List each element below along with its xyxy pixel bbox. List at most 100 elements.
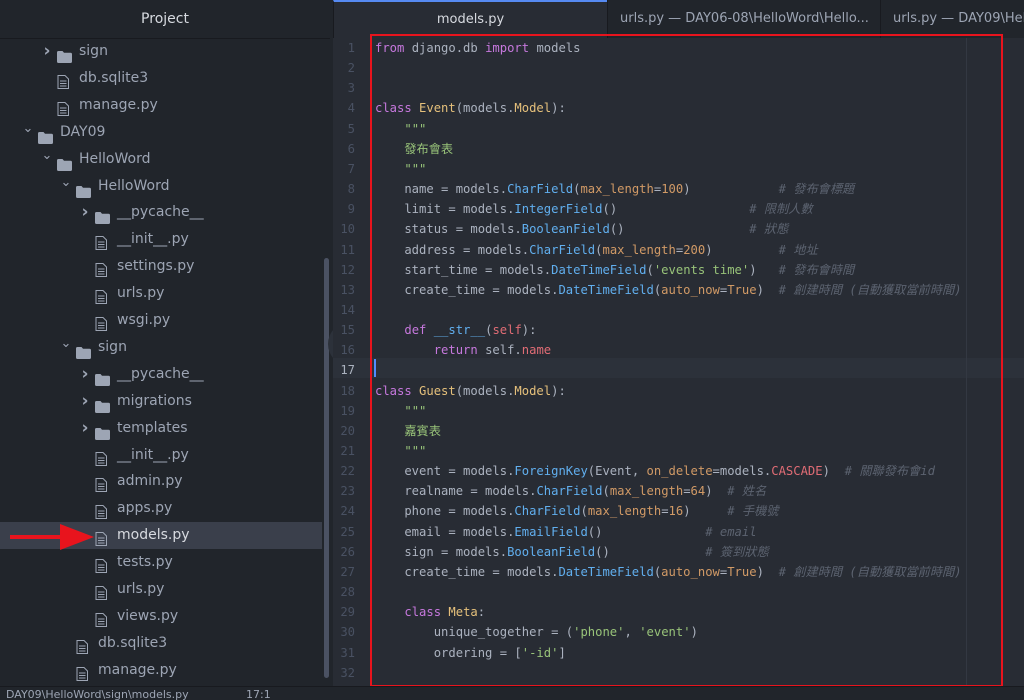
tab-urls-day09[interactable]: urls.py — DAY09\HelloWord\He — [880, 0, 1024, 38]
code-line: 8 name = models.CharField(max_length=100… — [333, 179, 1024, 199]
code-text: class Guest(models.Model): — [375, 383, 566, 398]
chevron-right-icon[interactable]: › — [79, 388, 91, 415]
tree-file[interactable]: apps.py — [0, 495, 322, 522]
code-text: name = models.CharField(max_length=100) … — [375, 182, 855, 197]
chevron-down-icon[interactable]: ⌄ — [60, 169, 72, 196]
code-line: 15 def __str__(self): — [333, 320, 1024, 340]
code-line: 4 class Event(models.Model): — [333, 98, 1024, 118]
tree-file[interactable]: __init__.py — [0, 226, 322, 253]
code-line: 23 realname = models.CharField(max_lengt… — [333, 481, 1024, 501]
code-line: 29 class Meta: — [333, 602, 1024, 622]
chevron-down-icon[interactable]: ⌄ — [60, 330, 72, 357]
tree-folder[interactable]: › __pycache__ — [0, 199, 322, 226]
tree-file[interactable]: urls.py — [0, 576, 322, 603]
tree-folder[interactable]: ⌄ sign — [0, 334, 322, 361]
tree-file[interactable]: __init__.py — [0, 442, 322, 469]
tree-file[interactable]: manage.py — [0, 92, 322, 119]
tree-file[interactable]: db.sqlite3 — [0, 65, 322, 92]
code-text: 嘉賓表 — [404, 423, 441, 438]
line-number: 4 — [347, 101, 355, 116]
tab-urls-day06[interactable]: urls.py — DAY06-08\HelloWord\Hello... — [607, 0, 882, 38]
tree-file[interactable]: admin.py — [0, 468, 322, 495]
folder-icon — [76, 342, 91, 359]
line-number: 18 — [340, 383, 355, 398]
code-text: status = models.BooleanField() # 狀態 — [375, 222, 789, 237]
status-file-path[interactable]: DAY09\HelloWord\sign\models.py — [6, 687, 189, 700]
tree-item-label: models.py — [117, 527, 190, 544]
code-text: start_time = models.DateTimeField('event… — [375, 262, 855, 277]
tree-file[interactable]: tests.py — [0, 549, 322, 576]
folder-icon — [57, 46, 72, 63]
tree-item-label: tests.py — [117, 554, 173, 571]
folder-icon — [38, 127, 53, 144]
code-line: 18 class Guest(models.Model): — [333, 381, 1024, 401]
folder-icon — [95, 396, 110, 413]
line-number: 19 — [340, 403, 355, 418]
tree-file[interactable]: settings.py — [0, 253, 322, 280]
line-number: 28 — [340, 585, 355, 600]
file-icon — [95, 610, 109, 627]
code-text: phone = models.CharField(max_length=16) … — [375, 504, 779, 519]
tab-models-py[interactable]: models.py — [333, 0, 607, 38]
tree-item-label: views.py — [117, 607, 179, 624]
status-bar: DAY09\HelloWord\sign\models.py 17:1 — [0, 686, 1024, 700]
line-number: 31 — [340, 645, 355, 660]
file-icon — [95, 556, 109, 574]
chevron-right-icon[interactable]: › — [79, 415, 91, 442]
status-cursor-position[interactable]: 17:1 — [246, 687, 271, 700]
tree-file[interactable]: urls.py — [0, 280, 322, 307]
line-number: 30 — [340, 625, 355, 640]
code-line: 32 — [333, 663, 1024, 683]
file-icon — [95, 233, 109, 251]
folder-icon — [95, 369, 110, 386]
line-number: 20 — [340, 423, 355, 438]
tree-file[interactable]: db.sqlite3 — [0, 630, 322, 657]
file-icon — [95, 583, 109, 600]
tab-bar: models.py urls.py — DAY06-08\HelloWord\H… — [333, 0, 1024, 38]
code-editor[interactable]: 1 from django.db import models 2 3 4 class Ev… — [333, 38, 1024, 686]
folder-icon — [95, 207, 110, 225]
tree-file[interactable]: wsgi.py — [0, 307, 322, 334]
tree-folder[interactable]: › sign — [0, 38, 322, 65]
tree-item-label: __init__.py — [117, 446, 189, 463]
code-line: 30 unique_together = ('phone', 'event') — [333, 622, 1024, 642]
tree-folder[interactable]: › templates — [0, 415, 322, 442]
code-line: 9 limit = models.IntegerField() # 限制人數 — [333, 199, 1024, 219]
code-text: limit = models.IntegerField() # 限制人數 — [375, 202, 813, 217]
folder-icon — [95, 423, 110, 440]
code-line: 11 address = models.CharField(max_length… — [333, 240, 1024, 260]
code-text: class Meta: — [404, 605, 486, 620]
sidebar-scrollbar[interactable] — [324, 258, 329, 678]
chevron-right-icon[interactable]: › — [41, 38, 53, 65]
chevron-down-icon[interactable]: ⌄ — [22, 115, 34, 142]
tree-item-label: apps.py — [117, 500, 173, 517]
tree-item-label: templates — [117, 419, 188, 436]
code-text: from django.db import models — [375, 41, 581, 55]
tree-file[interactable]: manage.py — [0, 657, 322, 684]
code-text: 發布會表 — [404, 141, 454, 156]
file-icon — [57, 72, 71, 89]
sidebar-title: Project — [0, 0, 330, 39]
code-text: """ — [404, 444, 427, 458]
tab-label: urls.py — DAY09\HelloWord\He — [893, 11, 1024, 26]
chevron-right-icon[interactable]: › — [79, 199, 91, 226]
tab-label: models.py — [436, 12, 505, 27]
code-text: """ — [404, 121, 427, 136]
tree-item-label: manage.py — [79, 96, 158, 113]
tree-folder[interactable]: › __pycache__ — [0, 361, 322, 388]
chevron-right-icon[interactable]: › — [79, 361, 91, 388]
tree-folder[interactable]: ⌄ HelloWord — [0, 173, 322, 200]
code-text: class Event(models.Model): — [375, 101, 566, 116]
tree-item-label: sign — [79, 43, 108, 59]
tree-item-label: db.sqlite3 — [98, 634, 168, 651]
tree-file[interactable]: views.py — [0, 603, 322, 630]
tree-folder[interactable]: › migrations — [0, 388, 322, 415]
code-text: sign = models.BooleanField() # 簽到狀態 — [375, 544, 769, 559]
code-line: 3 — [333, 78, 1024, 98]
code-text: unique_together = ('phone', 'event') — [375, 625, 698, 640]
code-line: 26 sign = models.BooleanField() # 簽到狀態 — [333, 542, 1024, 562]
chevron-down-icon[interactable]: ⌄ — [41, 142, 53, 169]
tree-folder[interactable]: ⌄ HelloWord — [0, 146, 322, 173]
code-text: ordering = ['-id'] — [375, 645, 566, 660]
code-text: create_time = models.DateTimeField(auto_… — [375, 564, 962, 579]
